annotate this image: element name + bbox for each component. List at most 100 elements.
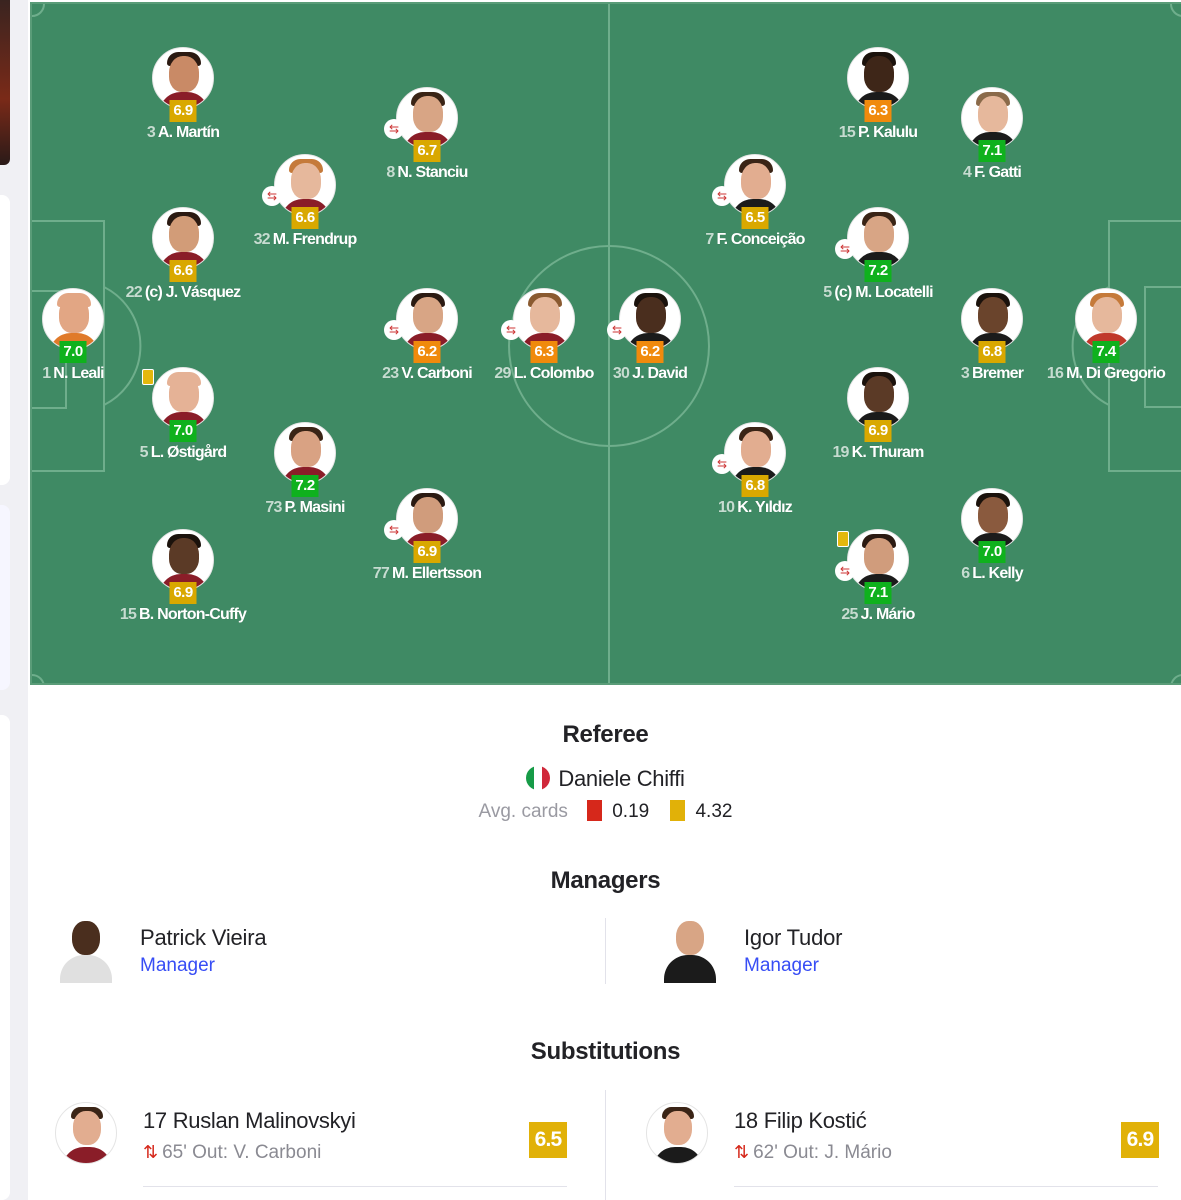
player-label: 16 M. Di Gregorio [1036,364,1176,383]
player-name: A. Martín [157,124,220,141]
rating-badge: 6.9 [169,582,197,604]
player-name: M. Di Gregorio [1066,365,1166,382]
referee-row[interactable]: Daniele Chiffi [30,766,1181,792]
shirt-number: 3 [146,124,156,141]
player-david[interactable]: 6.2 30 J. David ⇆ [580,288,720,383]
player-name: M. Frendrup [272,231,357,248]
player-name: L. Østigård [150,444,227,461]
shirt-number: 5 [139,444,149,461]
pitch: 6.9 3 A. Martín 6.6 22 (c) J. Vásquez 7.0 1 N. L… [30,2,1181,685]
row-divider [143,1186,567,1187]
substitution-icon: ⇆ [835,561,855,581]
rating-badge: 7.2 [291,475,319,497]
player-norton[interactable]: 6.9 15 B. Norton-Cuffy [113,529,253,624]
sub-detail: ⇅ 65' Out: V. Carboni [143,1142,322,1163]
shirt-number: 30 [612,365,630,382]
substitution-icon: ⇆ [712,186,732,206]
shirt-number: 15 [838,124,856,141]
referee-heading: Referee [562,721,649,748]
substitution-arrows-icon: ⇅ [143,1142,159,1162]
shirt-number: 3 [960,365,970,382]
left-edge-thumbnail [0,0,10,165]
substitution-icon: ⇆ [384,320,404,340]
manager-role-link[interactable]: Manager [744,955,819,977]
red-card-avg: 0.19 [612,801,650,822]
shirt-number: 8 [386,164,395,181]
rating-badge: 6.9 [413,541,441,563]
shirt-number: 7 [705,231,714,248]
manager-home[interactable]: Patrick Vieira Manager [56,915,576,995]
player-name: J. Mário [860,606,916,623]
substitution-row[interactable]: 18 Filip Kostić ⇅ 62' Out: J. Mário 6.9 [646,1100,1166,1190]
player-label: 6 L. Kelly [922,564,1062,583]
referee-name: Daniele Chiffi [558,766,685,791]
substitution-icon: ⇆ [607,320,627,340]
player-stanciu[interactable]: 6.7 8 N. Stanciu ⇆ [357,87,497,182]
rating-badge: 6.9 [169,100,197,122]
left-edge-card [0,195,10,485]
manager-avatar [660,917,720,983]
sub-rating-badge: 6.9 [1121,1122,1159,1158]
rating-badge: 6.6 [169,260,197,282]
player-ostigard[interactable]: 7.0 5 L. Østigård [113,367,253,462]
player-martin[interactable]: 6.9 3 A. Martín [113,47,253,142]
substitution-row[interactable]: 17 Ruslan Malinovskyi ⇅ 65' Out: V. Carbo… [55,1100,575,1190]
substitution-icon: ⇆ [384,520,404,540]
player-label: 19 K. Thuram [808,443,948,462]
yellow-card-avg: 4.32 [695,801,733,822]
player-masini[interactable]: 7.2 73 P. Masini [235,422,375,517]
rating-badge: 6.3 [530,341,558,363]
manager-role-link[interactable]: Manager [140,955,215,977]
yellow-card-icon [670,800,686,821]
sub-player-name: 17 Ruslan Malinovskyi [143,1108,356,1133]
yellow-card-icon [837,531,849,547]
player-name: K. Thuram [851,444,925,461]
shirt-number: 77 [372,565,390,582]
rating-badge: 6.2 [413,341,441,363]
player-name: B. Norton-Cuffy [139,606,247,623]
rating-badge: 7.0 [59,341,87,363]
manager-name: Patrick Vieira [140,925,267,950]
player-name: N. Leali [53,365,104,382]
player-conceicao[interactable]: 6.5 7 F. Conceição ⇆ [685,154,825,249]
player-name: J. David [632,365,688,382]
substitution-icon: ⇆ [501,320,521,340]
player-label: 73 P. Masini [235,498,375,517]
player-frendrup[interactable]: 6.6 32 M. Frendrup ⇆ [235,154,375,249]
avg-cards-row: Avg. cards 0.19 4.32 [30,800,1181,823]
shirt-number: 25 [841,606,858,623]
rating-badge: 7.0 [978,541,1006,563]
rating-badge: 6.2 [636,341,664,363]
shirt-number: 73 [265,499,282,516]
player-avatar [646,1102,708,1164]
manager-away[interactable]: Igor Tudor Manager [660,915,1160,995]
player-label: 32 M. Frendrup [235,230,375,249]
managers-divider [605,918,606,984]
shirt-number: 16 [1046,365,1064,382]
player-yildiz[interactable]: 6.8 10 K. Yıldız ⇆ [685,422,825,517]
rating-badge: 6.8 [741,475,769,497]
player-label: 8 N. Stanciu [357,163,497,182]
substitution-icon: ⇆ [712,454,732,474]
yellow-card-icon [142,369,154,385]
player-kelly[interactable]: 7.0 6 L. Kelly [922,488,1062,583]
player-name: (c) M. Locatelli [834,284,933,301]
sub-player-name: 18 Filip Kostić [734,1108,867,1133]
shirt-number: 19 [832,444,849,461]
rating-badge: 6.6 [291,207,319,229]
shirt-number: 15 [119,606,137,623]
shirt-number: 1 [42,365,51,382]
player-name: P. Masini [284,499,346,516]
player-ellertsson[interactable]: 6.9 77 M. Ellertsson ⇆ [357,488,497,583]
rating-badge: 7.4 [1092,341,1120,363]
player-digregorio[interactable]: 7.4 16 M. Di Gregorio [1036,288,1176,383]
manager-name: Igor Tudor [744,925,843,950]
substitution-icon: ⇆ [262,186,282,206]
substitution-arrows-icon: ⇅ [734,1142,750,1162]
rating-badge: 7.1 [978,140,1006,162]
player-gatti[interactable]: 7.1 4 F. Gatti [922,87,1062,182]
player-label: 25 J. Mário [808,605,948,624]
shirt-number: 6 [961,565,970,582]
rating-badge: 6.5 [741,207,769,229]
managers-heading: Managers [550,867,661,894]
